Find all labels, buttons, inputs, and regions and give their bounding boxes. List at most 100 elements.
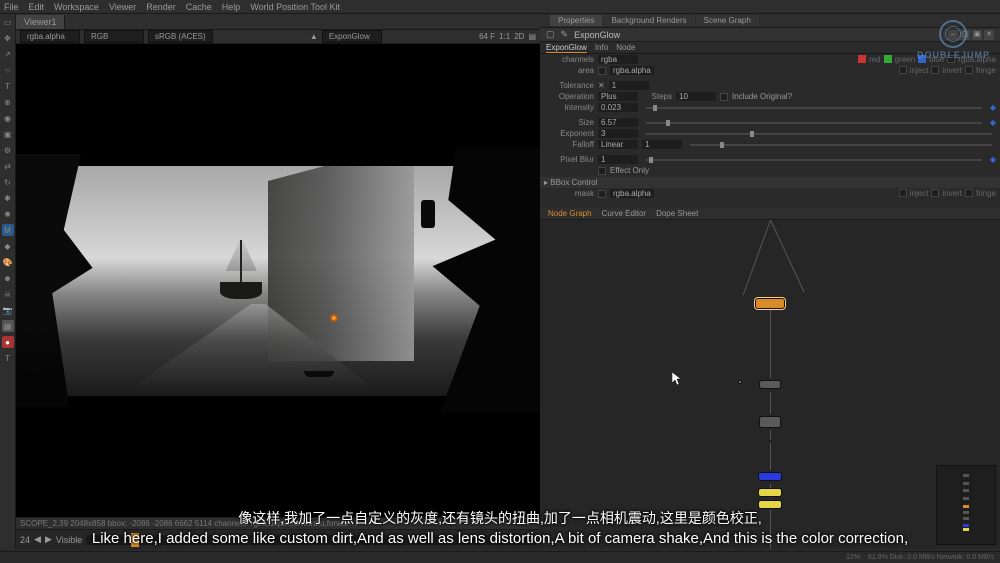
timeline-next-icon[interactable]: ▶ [45, 534, 52, 545]
tab-bg-renders[interactable]: Background Renders [603, 15, 694, 26]
tool-select-icon[interactable]: ▭ [2, 16, 14, 28]
timeline-mode[interactable]: Visible [56, 535, 82, 545]
menu-edit[interactable]: Edit [29, 2, 45, 12]
mask-invert-check[interactable] [931, 189, 939, 197]
viewer-ratio[interactable]: 1:1 [499, 32, 510, 41]
exponent-slider[interactable] [646, 133, 992, 135]
tool-layer-icon[interactable]: M [2, 224, 14, 236]
ch-alpha[interactable]: rgba.alpha [958, 55, 996, 64]
ch-blue[interactable]: blue [929, 55, 944, 64]
tolerance-field[interactable]: 1 [609, 81, 649, 90]
size-field[interactable]: 6.57 [598, 118, 638, 127]
area-check[interactable] [598, 67, 606, 75]
tool-grid-icon[interactable]: ▦ [2, 320, 14, 332]
timeline-prev-icon[interactable]: ◀ [34, 534, 41, 545]
tab-dopesheet[interactable]: Dope Sheet [656, 209, 698, 218]
tool-shape-icon[interactable]: ◆ [2, 240, 14, 252]
mask-dropdown[interactable]: rgba.alpha [610, 189, 654, 198]
green-swatch[interactable] [884, 55, 892, 63]
intensity-field[interactable]: 0.023 [598, 103, 638, 112]
tool-arrow-icon[interactable]: ↗ [2, 48, 14, 60]
tool-eye-icon[interactable]: ◉ [2, 112, 14, 124]
tab-nodegraph[interactable]: Node Graph [548, 209, 592, 218]
timeline-frame[interactable]: 24 [20, 535, 30, 545]
channels-dropdown[interactable]: rgba [598, 55, 638, 64]
graph-dot-1[interactable] [738, 380, 742, 384]
ch-red[interactable]: red [869, 55, 881, 64]
pixelblur-slider[interactable] [646, 159, 982, 161]
tool-globe-icon[interactable]: ✱ [2, 192, 14, 204]
close-icon[interactable]: ✕ [984, 30, 994, 40]
tool-link-icon[interactable]: ⇄ [2, 160, 14, 172]
alpha-check[interactable] [947, 55, 955, 63]
menu-workspace[interactable]: Workspace [54, 2, 99, 12]
exponent-field[interactable]: 3 [598, 129, 638, 138]
falloff-dropdown[interactable]: Linear [598, 140, 638, 149]
include-orig-check[interactable] [720, 93, 728, 101]
menu-cache[interactable]: Cache [186, 2, 212, 12]
node-lock-icon[interactable]: ▢ [546, 29, 555, 40]
node-max-icon[interactable]: ▣ [972, 30, 982, 40]
ch-green[interactable]: green [895, 55, 915, 64]
tool-circle-icon[interactable]: ○ [2, 64, 14, 76]
menu-viewer[interactable]: Viewer [109, 2, 136, 12]
tol-x-icon[interactable]: ✕ [598, 81, 605, 90]
tool-gear-icon[interactable]: ⚙ [2, 144, 14, 156]
colorspace1-dropdown[interactable]: RGB [84, 30, 144, 43]
graph-dot-2[interactable] [769, 440, 772, 443]
menu-wptoolkit[interactable]: World Position Tool Kit [250, 2, 340, 12]
viewer-settings-icon[interactable]: ▤ [528, 32, 536, 41]
tool-skull-icon[interactable]: ☠ [2, 288, 14, 300]
mask-inject-check[interactable] [899, 189, 907, 197]
graph-node-2[interactable] [759, 380, 781, 389]
size-anim-icon[interactable]: ◆ [990, 118, 996, 127]
timeline[interactable]: 24 ◀ ▶ Visible [16, 529, 540, 549]
node-edit-icon[interactable]: ✎ [561, 29, 569, 40]
graph-node-selected[interactable] [755, 298, 785, 309]
mask-check[interactable] [598, 190, 606, 198]
prop-tab-info[interactable]: Info [595, 43, 608, 52]
node-float-icon[interactable]: ▢ [960, 30, 970, 40]
node-graph[interactable] [540, 220, 1000, 549]
size-slider[interactable] [646, 122, 982, 124]
falloff-num-field[interactable]: 1 [642, 140, 682, 149]
tool-refresh-icon[interactable]: ↻ [2, 176, 14, 188]
mask-fringe-check[interactable] [965, 189, 973, 197]
steps-field[interactable]: 10 [676, 92, 716, 101]
tab-scene-graph[interactable]: Scene Graph [696, 15, 759, 26]
viewer-node-dropdown[interactable]: ExponGlow [322, 30, 382, 43]
tool-face-icon[interactable]: ☻ [2, 272, 14, 284]
viewer-canvas[interactable] [16, 44, 540, 517]
tool-burst-icon[interactable]: ✺ [2, 208, 14, 220]
invert-check[interactable] [931, 66, 939, 74]
fringe-check[interactable] [965, 66, 973, 74]
inject-check[interactable] [899, 66, 907, 74]
tool-move-icon[interactable]: ✥ [2, 32, 14, 44]
tool-target-icon[interactable]: ⊕ [2, 96, 14, 108]
graph-node-yellow2[interactable] [758, 500, 782, 509]
tool-record-icon[interactable]: ● [2, 336, 14, 348]
tab-properties[interactable]: Properties [550, 15, 602, 26]
menu-render[interactable]: Render [146, 2, 176, 12]
intensity-anim-icon[interactable]: ◆ [990, 103, 996, 112]
viewer-2d-icon[interactable]: 2D [514, 32, 524, 41]
menu-help[interactable]: Help [222, 2, 241, 12]
prop-tab-node[interactable]: Node [616, 43, 635, 52]
timeline-track[interactable] [86, 535, 536, 545]
tool-text-icon[interactable]: T [2, 80, 14, 92]
red-swatch[interactable] [858, 55, 866, 63]
operation-dropdown[interactable]: Plus [598, 92, 638, 101]
tool-crop-icon[interactable]: ▣ [2, 128, 14, 140]
bbox-section[interactable]: ▸ BBox Control [540, 177, 1000, 188]
viewer-tab-1[interactable]: Viewer1 [16, 15, 65, 29]
graph-node-blue[interactable] [758, 472, 782, 481]
pixelblur-anim-icon[interactable]: ◆ [990, 155, 996, 164]
playhead[interactable] [131, 533, 139, 547]
graph-node-yellow1[interactable] [758, 488, 782, 497]
tool-text2-icon[interactable]: T [2, 352, 14, 364]
prop-tab-main[interactable]: ExponGlow [546, 43, 587, 53]
tab-curveeditor[interactable]: Curve Editor [602, 209, 646, 218]
graph-node-3[interactable] [759, 416, 781, 428]
tool-palette-icon[interactable]: 🎨 [2, 256, 14, 268]
colorspace2-dropdown[interactable]: sRGB (ACES) [148, 30, 213, 43]
